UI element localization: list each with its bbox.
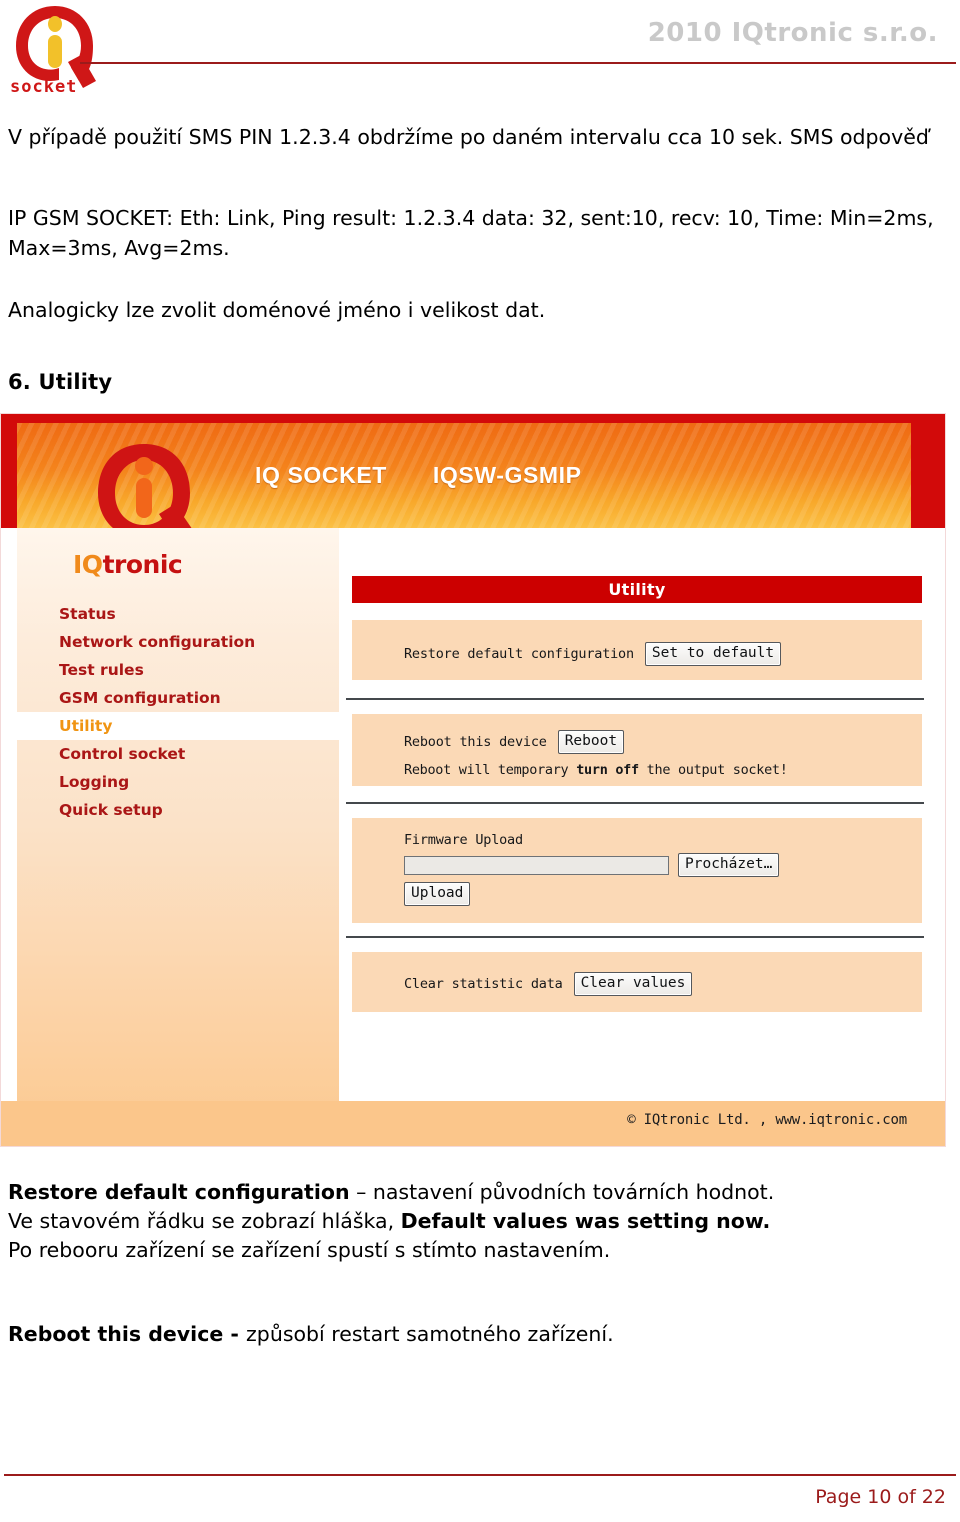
paragraph-sms-pin: V případě použití SMS PIN 1.2.3.4 obdrží… xyxy=(8,125,929,149)
browse-button[interactable]: Procházet… xyxy=(678,853,780,877)
paragraph-ping-result: IP GSM SOCKET: Eth: Link, Ping result: 1… xyxy=(8,206,934,260)
reboot-warning-note: Reboot will temporary turn off the outpu… xyxy=(404,762,788,778)
reboot-button[interactable]: Reboot xyxy=(557,730,625,754)
notes-statusbar-text: Ve stavovém řádku se zobrazí hláška, xyxy=(8,1209,401,1233)
device-ui-sidebar: IQtronic Status Network configuration Te… xyxy=(17,528,381,1146)
notes-reboot-device: Reboot this device - způsobí restart sam… xyxy=(8,1320,952,1349)
firmware-file-input[interactable] xyxy=(404,856,669,875)
sidebar-item-test-rules[interactable]: Test rules xyxy=(17,656,339,684)
notes-default-values-bold: Default values was setting now. xyxy=(400,1209,771,1233)
footer-divider xyxy=(4,1474,956,1476)
page-header: socket 2010 IQtronic s.r.o. xyxy=(0,0,960,95)
panel-bottom-spacer xyxy=(339,1056,931,1102)
notes-reboot-bold: Reboot this device - xyxy=(8,1322,247,1346)
svg-text:socket: socket xyxy=(10,77,77,94)
firmware-upload-block: Firmware Upload Procházet… Upload xyxy=(352,818,922,923)
sidebar-item-logging[interactable]: Logging xyxy=(17,768,339,796)
iq-socket-logo-icon: socket xyxy=(10,6,96,94)
notes-restore-bold: Restore default configuration xyxy=(8,1180,350,1204)
iqtronic-wordmark: IQtronic xyxy=(73,550,183,579)
panel-title-utility: Utility xyxy=(352,576,922,603)
clear-statistic-data-label: Clear statistic data xyxy=(404,975,563,992)
device-ui-banner: IQ SOCKET IQSW-GSMIP xyxy=(1,414,945,548)
notes-restore-text: – nastavení původních továrních hodnot. xyxy=(349,1180,775,1204)
device-ui-main-panel: Utility Restore default configuration Se… xyxy=(339,528,931,1146)
banner-title-group: IQ SOCKET IQSW-GSMIP xyxy=(255,462,582,489)
set-to-default-button[interactable]: Set to default xyxy=(644,642,782,666)
reboot-note-suffix: the output socket! xyxy=(638,762,788,778)
device-ui-footer-text: © IQtronic Ltd. , www.iqtronic.com xyxy=(627,1112,907,1128)
sidebar-item-gsm-configuration[interactable]: GSM configuration xyxy=(17,684,339,712)
sidebar-item-quick-setup[interactable]: Quick setup xyxy=(17,796,339,824)
wordmark-tronic: tronic xyxy=(102,550,183,579)
reboot-note-prefix: Reboot will temporary xyxy=(404,762,577,778)
restore-default-row: Restore default configuration Set to def… xyxy=(404,642,782,666)
section-title-utility: 6. Utility xyxy=(8,370,113,394)
sidebar-item-utility[interactable]: Utility xyxy=(17,712,381,740)
notes-after-reboot-text: Po rebooru zařízení se zařízení spustí s… xyxy=(8,1238,611,1262)
paragraph-domain-note: Analogicky lze zvolit doménové jméno i v… xyxy=(8,298,546,322)
restore-default-block: Restore default configuration Set to def… xyxy=(352,620,922,680)
banner-brand-label: IQ SOCKET xyxy=(255,462,387,488)
divider-after-firmware xyxy=(346,936,924,938)
page-number: Page 10 of 22 xyxy=(815,1486,946,1508)
divider-after-restore xyxy=(346,698,924,700)
upload-button[interactable]: Upload xyxy=(404,882,471,906)
firmware-upload-label: Firmware Upload xyxy=(404,832,523,848)
clear-statistics-row: Clear statistic data Clear values xyxy=(404,972,693,996)
wordmark-iq: IQ xyxy=(73,550,103,579)
notes-reboot-text: způsobí restart samotného zařízení. xyxy=(246,1322,614,1346)
sidebar-item-control-socket[interactable]: Control socket xyxy=(17,740,339,768)
embedded-screenshot-utility-page: IQ SOCKET IQSW-GSMIP IQtronic Status Net… xyxy=(0,413,946,1147)
sidebar-menu: Status Network configuration Test rules … xyxy=(17,600,381,824)
reboot-block: Reboot this device Reboot Reboot will te… xyxy=(352,714,922,786)
clear-values-button[interactable]: Clear values xyxy=(573,972,693,996)
header-company-text: 2010 IQtronic s.r.o. xyxy=(647,18,938,48)
clear-statistics-block: Clear statistic data Clear values xyxy=(352,952,922,1012)
header-divider xyxy=(80,62,956,64)
divider-after-reboot xyxy=(346,802,924,804)
restore-default-label: Restore default configuration xyxy=(404,645,634,662)
banner-model-label: IQSW-GSMIP xyxy=(432,462,582,488)
sidebar-item-network-configuration[interactable]: Network configuration xyxy=(17,628,339,656)
reboot-device-label: Reboot this device xyxy=(404,733,547,750)
notes-restore-default: Restore default configuration – nastaven… xyxy=(8,1178,952,1265)
reboot-note-bold: turn off xyxy=(576,762,639,778)
sidebar-item-status[interactable]: Status xyxy=(17,600,339,628)
reboot-row: Reboot this device Reboot xyxy=(404,730,625,754)
